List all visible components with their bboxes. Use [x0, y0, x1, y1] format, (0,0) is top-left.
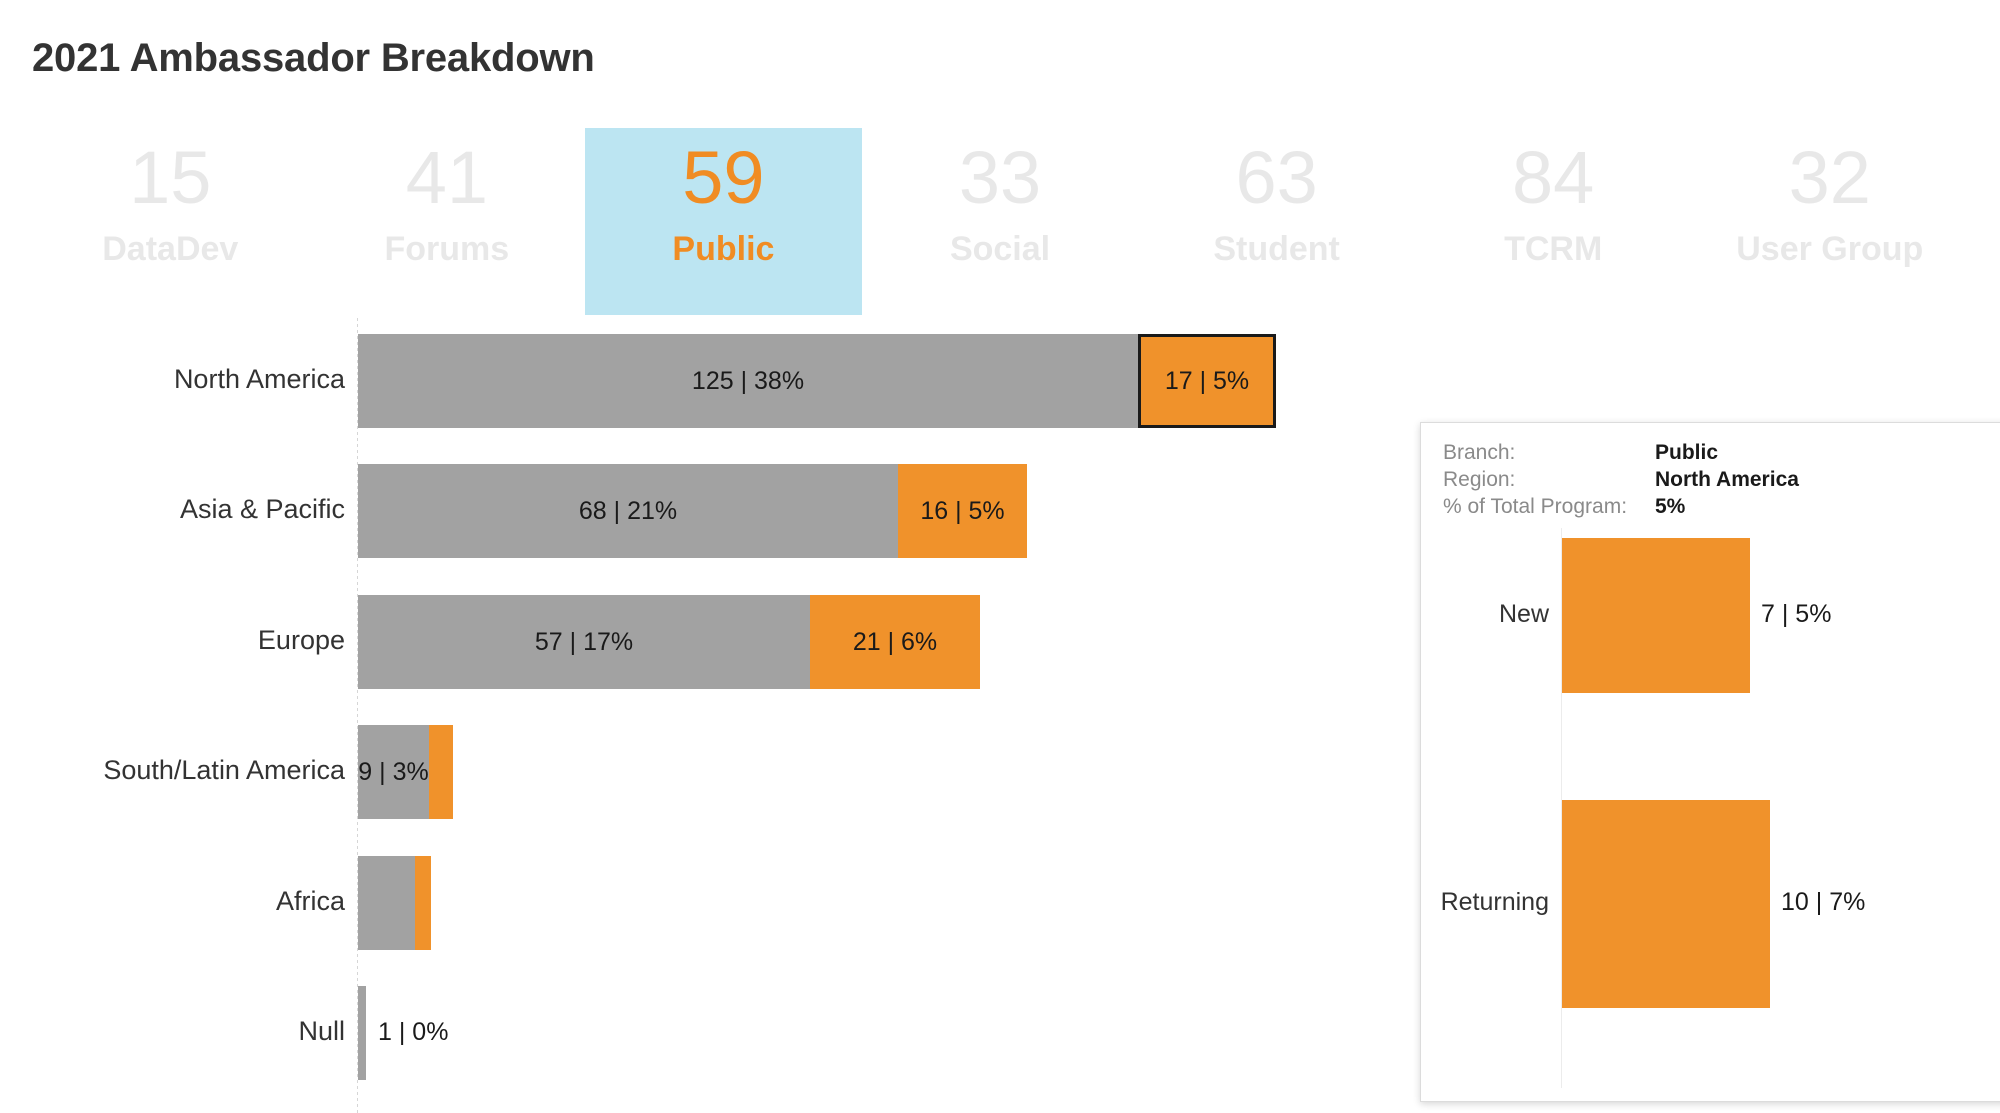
- tooltip-meta-row: Branch: Public: [1443, 441, 2000, 468]
- page-title: 2021 Ambassador Breakdown: [32, 36, 595, 80]
- bar-segment-label: 57 | 17%: [534, 627, 634, 656]
- kpi-value: 84: [1512, 136, 1595, 219]
- bar-segment-orange[interactable]: [415, 856, 431, 950]
- kpi-label: TCRM: [1504, 230, 1603, 268]
- bar-row-label: Africa: [275, 886, 345, 916]
- kpi-label: Student: [1213, 230, 1340, 268]
- bar-row-label: North America: [173, 364, 345, 394]
- bar-segment-gray[interactable]: 68 | 21%: [358, 464, 898, 558]
- kpi-card-usergroup[interactable]: 32 User Group: [1691, 128, 1968, 315]
- tooltip-meta-key: Branch:: [1443, 441, 1516, 464]
- tooltip-bar-fill[interactable]: [1562, 800, 1770, 1008]
- bar-segment-orange[interactable]: 21 | 6%: [810, 595, 980, 689]
- bar-segment-label: 17 | 5%: [1164, 366, 1250, 395]
- kpi-value: 63: [1235, 136, 1318, 219]
- kpi-card-forums[interactable]: 41 Forums: [309, 128, 586, 315]
- tooltip-meta-key: % of Total Program:: [1443, 495, 1628, 518]
- bar-segment-orange[interactable]: [429, 725, 453, 819]
- bar-track: 68 | 21% 16 | 5%: [358, 464, 1027, 558]
- bar-segment-orange[interactable]: 16 | 5%: [898, 464, 1027, 558]
- bar-row-label: Europe: [257, 625, 345, 655]
- tooltip-bar-value: 10 | 7%: [1781, 888, 1866, 916]
- tooltip-bar-row: New 7 | 5%: [1421, 538, 2000, 693]
- tooltip-bar-row: Returning 10 | 7%: [1421, 800, 2000, 1008]
- tooltip-bar-chart: New 7 | 5% Returning 10 | 7%: [1421, 528, 2000, 1088]
- tooltip-bar-fill[interactable]: [1562, 538, 1750, 693]
- kpi-value: 15: [129, 136, 212, 219]
- kpi-row: 15 DataDev 41 Forums 59 Public 33 Social…: [32, 128, 1968, 315]
- kpi-card-public[interactable]: 59 Public: [585, 128, 862, 315]
- bar-row-label: Asia & Pacific: [179, 494, 345, 524]
- bar-row-label: South/Latin America: [103, 755, 345, 785]
- kpi-value: 33: [958, 136, 1042, 219]
- kpi-card-social[interactable]: 33 Social: [862, 128, 1139, 315]
- tooltip-bar-label: Returning: [1440, 888, 1549, 916]
- bar-track: [358, 856, 431, 950]
- bar-track: 9 | 3%: [358, 725, 453, 819]
- bar-segment-gray[interactable]: 57 | 17%: [358, 595, 810, 689]
- kpi-value: 32: [1788, 136, 1871, 219]
- kpi-label: Forums: [384, 230, 510, 268]
- bar-segment-gray[interactable]: 125 | 38%: [358, 334, 1138, 428]
- bar-segment-gray[interactable]: [358, 986, 366, 1080]
- bar-row: North America 125 | 38% 17 | 5%: [0, 334, 2000, 428]
- bar-row-label: Null: [298, 1016, 345, 1046]
- kpi-label: Social: [949, 230, 1051, 268]
- tooltip-bar-label: New: [1498, 600, 1549, 628]
- bar-segment-label: 125 | 38%: [691, 366, 805, 395]
- bar-segment-gray[interactable]: 9 | 3%: [358, 725, 429, 819]
- bar-segment-label: 21 | 6%: [852, 627, 938, 656]
- detail-tooltip-panel: Branch: Public Region: North America % o…: [1420, 422, 2000, 1102]
- bar-segment-label: 9 | 3%: [358, 757, 429, 786]
- kpi-label: User Group: [1736, 230, 1924, 268]
- bar-track: 125 | 38% 17 | 5%: [358, 334, 1276, 428]
- bar-segment-label: 16 | 5%: [920, 496, 1005, 525]
- bar-track: [358, 986, 366, 1080]
- bar-track: 57 | 17% 21 | 6%: [358, 595, 980, 689]
- tooltip-bar-value: 7 | 5%: [1761, 600, 1832, 628]
- kpi-card-datadev[interactable]: 15 DataDev: [32, 128, 309, 315]
- kpi-value: 59: [682, 136, 765, 219]
- tooltip-meta-value: Public: [1655, 441, 1719, 464]
- tooltip-meta-row: % of Total Program: 5%: [1443, 495, 2000, 522]
- kpi-card-student[interactable]: 63 Student: [1138, 128, 1415, 315]
- kpi-value: 41: [405, 136, 489, 219]
- bar-segment-label: 68 | 21%: [578, 496, 678, 525]
- kpi-label: DataDev: [102, 230, 239, 268]
- tooltip-meta-row: Region: North America: [1443, 468, 2000, 495]
- bar-segment-gray[interactable]: [358, 856, 415, 950]
- kpi-label: Public: [672, 230, 775, 268]
- kpi-card-tcrm[interactable]: 84 TCRM: [1415, 128, 1692, 315]
- tooltip-meta-key: Region:: [1443, 468, 1516, 491]
- tooltip-meta-list: Branch: Public Region: North America % o…: [1443, 441, 2000, 522]
- bar-outside-label: 1 | 0%: [378, 1018, 449, 1046]
- tooltip-meta-value: North America: [1655, 468, 1799, 491]
- tooltip-meta-value: 5%: [1655, 495, 1686, 518]
- bar-segment-orange-selected[interactable]: 17 | 5%: [1138, 334, 1276, 428]
